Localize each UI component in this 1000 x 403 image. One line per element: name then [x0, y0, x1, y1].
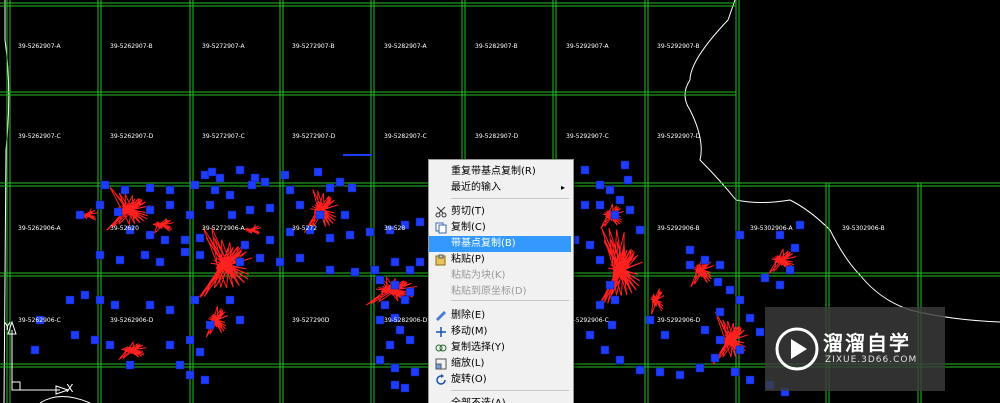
menu-separator: [451, 300, 569, 301]
grid-label: 39-5262906-D: [110, 317, 154, 324]
grid-label: 39-5292907-A: [566, 43, 609, 50]
context-menu-item: 粘贴为块(K): [429, 268, 571, 284]
context-menu-item[interactable]: 旋转(O): [429, 372, 571, 388]
submenu-arrow-icon: ▸: [560, 183, 565, 192]
grid-label: 39-5262907-B: [110, 43, 153, 50]
cad-viewport[interactable]: 39-5262907-A 39-5262907-B 39-5272907-A 39-5…: [0, 0, 1000, 403]
grid-label: 39-5282907-B: [475, 43, 518, 50]
watermark-url: ZIXUE.3D66.COM: [825, 355, 918, 365]
context-menu-item[interactable]: 最近的输入 ▸: [429, 180, 571, 196]
grid-label: 39-5302906-A: [750, 225, 793, 232]
grid-label: 39-5282907-C: [384, 133, 427, 140]
grid-label: 39-5272907-B: [292, 43, 335, 50]
copy-select-icon: [435, 342, 447, 354]
context-menu-item-label: 移动(M): [451, 326, 488, 337]
grid-label: 39-528: [384, 225, 406, 232]
watermark: 溜溜自学 ZIXUE.3D66.COM: [765, 307, 945, 391]
ucs-icon: Y X: [0, 320, 80, 403]
context-menu-item[interactable]: 复制选择(Y): [429, 340, 571, 356]
rotate-icon: [435, 374, 447, 386]
watermark-title: 溜溜自学: [823, 331, 911, 355]
grid-label: 39-5262907-A: [18, 43, 61, 50]
paste-icon: [435, 254, 447, 266]
grid-label: 39-5262907-D: [110, 133, 154, 140]
grid-label: 39-5262906-A: [18, 225, 61, 232]
context-menu-item[interactable]: 删除(E): [429, 308, 571, 324]
menu-separator: [451, 390, 569, 391]
grid-label: 39-5272907-D: [292, 133, 336, 140]
grid-label: 39-5282907-A: [384, 43, 427, 50]
grid-label: 39-5292907-B: [657, 43, 700, 50]
context-menu-item-label: 粘贴(P): [451, 254, 485, 265]
grid-label: 39-5292906-D: [657, 317, 701, 324]
grid-label: 39-5272907-C: [202, 133, 245, 140]
context-menu-item[interactable]: 带基点复制(B): [429, 236, 571, 252]
grid-label: 39-5292907-C: [566, 133, 609, 140]
menu-separator: [451, 198, 569, 199]
grid-label: 39-527290D: [292, 317, 330, 324]
scale-icon: [435, 358, 447, 370]
context-menu-item[interactable]: 全部不选(A): [429, 396, 571, 403]
context-menu-item-label: 粘贴为块(K): [451, 270, 506, 281]
context-menu: 重复带基点复制(R) 最近的输入 ▸ 剪切(T) 复制(C) 带基点复制(B) 粘贴(P) 粘…: [428, 159, 574, 403]
copy-icon: [435, 222, 447, 234]
context-menu-item[interactable]: 剪切(T): [429, 204, 571, 220]
context-menu-item[interactable]: 复制(C): [429, 220, 571, 236]
context-menu-item-label: 删除(E): [451, 310, 486, 321]
grid-label: 39-5282906-D: [384, 317, 428, 324]
ucs-x-label: X: [66, 382, 74, 395]
context-menu-item-label: 粘贴到原坐标(D): [451, 286, 527, 297]
grid-label: 39-5292906-B: [657, 225, 700, 232]
grid-label: 39-5292907-D: [657, 133, 701, 140]
eraser-icon: [435, 310, 447, 322]
context-menu-item-label: 剪切(T): [451, 206, 485, 217]
context-menu-item[interactable]: 粘贴(P): [429, 252, 571, 268]
grid-label: 39-5272907-A: [202, 43, 245, 50]
scissors-icon: [435, 206, 447, 218]
context-menu-item-label: 复制选择(Y): [451, 342, 505, 353]
context-menu-item[interactable]: 移动(M): [429, 324, 571, 340]
move-icon: [435, 326, 447, 338]
context-menu-item[interactable]: 重复带基点复制(R): [429, 164, 571, 180]
grid-label: 39-5262907-C: [18, 133, 61, 140]
grid-label: 39-5272906-A: [202, 225, 245, 232]
grid-label: 39-5272: [292, 225, 318, 232]
context-menu-item-label: 最近的输入: [451, 182, 501, 193]
context-menu-item-label: 缩放(L): [451, 358, 485, 369]
context-menu-item: 粘贴到原坐标(D): [429, 284, 571, 300]
context-menu-item-label: 旋转(O): [451, 374, 487, 385]
grid-label: 39-5282907-D: [475, 133, 519, 140]
ucs-y-label: Y: [4, 320, 11, 333]
context-menu-item-label: 重复带基点复制(R): [451, 166, 536, 177]
context-menu-item[interactable]: 缩放(L): [429, 356, 571, 372]
grid-label: 39-52620: [110, 225, 139, 232]
context-menu-item-label: 复制(C): [451, 222, 486, 233]
grid-label: 39-5302906-B: [842, 225, 885, 232]
context-menu-item-label: 全部不选(A): [451, 396, 506, 403]
context-menu-item-label: 带基点复制(B): [451, 238, 516, 249]
